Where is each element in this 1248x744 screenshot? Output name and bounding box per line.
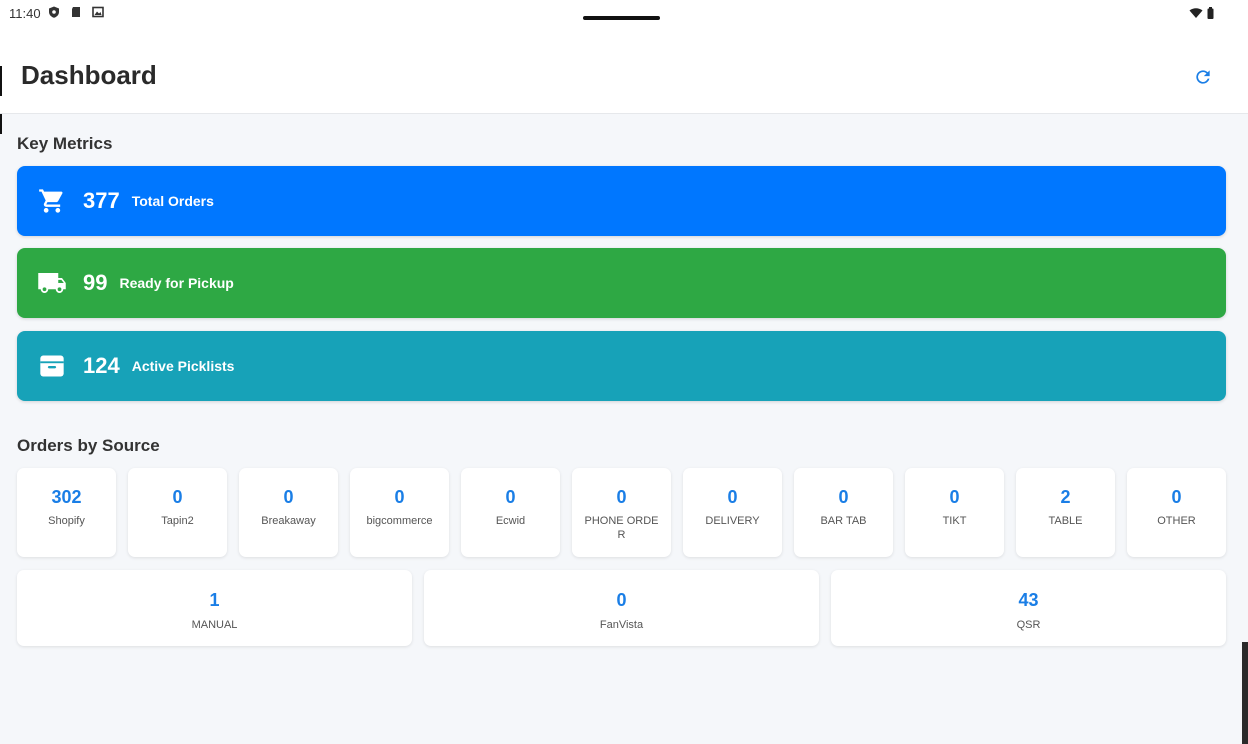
source-tile[interactable]: 0 OTHER: [1127, 468, 1226, 557]
source-name: TIKT: [942, 515, 967, 527]
source-name: bigcommerce: [366, 515, 433, 527]
source-name: BAR TAB: [820, 515, 867, 527]
source-name: DELIVERY: [705, 515, 760, 527]
source-tile[interactable]: 0 TIKT: [905, 468, 1004, 557]
status-icons-right: [1189, 7, 1214, 19]
source-tile[interactable]: 2 TABLE: [1016, 468, 1115, 557]
status-icons-left: [48, 6, 104, 18]
source-name: PHONE ORDER: [584, 515, 659, 541]
source-count: 0: [727, 487, 738, 507]
metric-card-total-orders[interactable]: 377 Total Orders: [17, 166, 1226, 236]
left-edge-mark: [0, 114, 2, 134]
source-name: OTHER: [1157, 515, 1196, 527]
source-name: TABLE: [1048, 515, 1083, 527]
source-count: 0: [616, 487, 627, 507]
source-tile[interactable]: 0 FanVista: [424, 570, 819, 646]
source-name: Ecwid: [495, 515, 526, 527]
source-count: 0: [616, 590, 627, 610]
source-tile[interactable]: 0 Ecwid: [461, 468, 560, 557]
source-count: 0: [1171, 487, 1182, 507]
source-tile[interactable]: 0 Tapin2: [128, 468, 227, 557]
refresh-button[interactable]: [1188, 62, 1218, 92]
source-tile[interactable]: 0 bigcommerce: [350, 468, 449, 557]
left-edge-mark: [0, 66, 2, 96]
source-tile[interactable]: 0 DELIVERY: [683, 468, 782, 557]
total-orders-label: Total Orders: [131, 193, 214, 209]
orders-by-source-title: Orders by Source: [17, 436, 160, 455]
image-icon: [92, 6, 104, 18]
source-tile[interactable]: 0 PHONE ORDER: [572, 468, 671, 557]
source-count: 0: [949, 487, 960, 507]
refresh-icon: [1196, 70, 1210, 84]
source-count: 0: [172, 487, 183, 507]
source-count: 1: [209, 590, 220, 610]
source-tile[interactable]: 1 MANUAL: [17, 570, 412, 646]
source-name: Shopify: [48, 515, 85, 527]
app-bar: Dashboard: [0, 30, 1248, 114]
shield-icon: [49, 6, 59, 18]
source-count: 0: [505, 487, 516, 507]
source-name: Tapin2: [161, 515, 194, 527]
source-name: QSR: [1016, 619, 1041, 631]
source-count: 302: [51, 487, 82, 507]
total-orders-value: 377: [83, 188, 120, 213]
archive-icon: [37, 351, 67, 381]
source-tile[interactable]: 43 QSR: [831, 570, 1226, 646]
source-tile[interactable]: 0 BAR TAB: [794, 468, 893, 557]
source-tile[interactable]: 302 Shopify: [17, 468, 116, 557]
page-title: Dashboard: [21, 60, 157, 90]
source-count: 0: [283, 487, 294, 507]
wifi-icon: [1189, 8, 1203, 18]
source-name: FanVista: [599, 619, 644, 631]
camera-notch: [583, 16, 660, 20]
active-picklists-value: 124: [83, 353, 120, 378]
truck-icon: [37, 268, 67, 298]
active-picklists-label: Active Picklists: [131, 358, 235, 374]
source-count: 2: [1060, 487, 1071, 507]
sd-card-icon: [72, 7, 80, 17]
status-time: 11:40: [9, 6, 41, 21]
ready-for-pickup-value: 99: [83, 270, 108, 295]
status-bar: 11:40: [0, 0, 1248, 30]
source-count: 0: [394, 487, 405, 507]
edge-shadow: [1242, 642, 1248, 744]
source-name: MANUAL: [191, 619, 238, 631]
ready-for-pickup-label: Ready for Pickup: [119, 275, 234, 291]
source-count: 0: [838, 487, 849, 507]
source-name: Breakaway: [261, 515, 316, 527]
metric-card-active-picklists[interactable]: 124 Active Picklists: [17, 331, 1226, 401]
cart-icon: [37, 186, 67, 216]
source-count: 43: [1018, 590, 1039, 610]
screen: 11:40 Dashboard Key Metrics 377 Total Or…: [0, 0, 1248, 744]
source-tile[interactable]: 0 Breakaway: [239, 468, 338, 557]
metric-card-ready-for-pickup[interactable]: 99 Ready for Pickup: [17, 248, 1226, 318]
key-metrics-title: Key Metrics: [17, 134, 113, 153]
battery-icon: [1207, 7, 1214, 19]
